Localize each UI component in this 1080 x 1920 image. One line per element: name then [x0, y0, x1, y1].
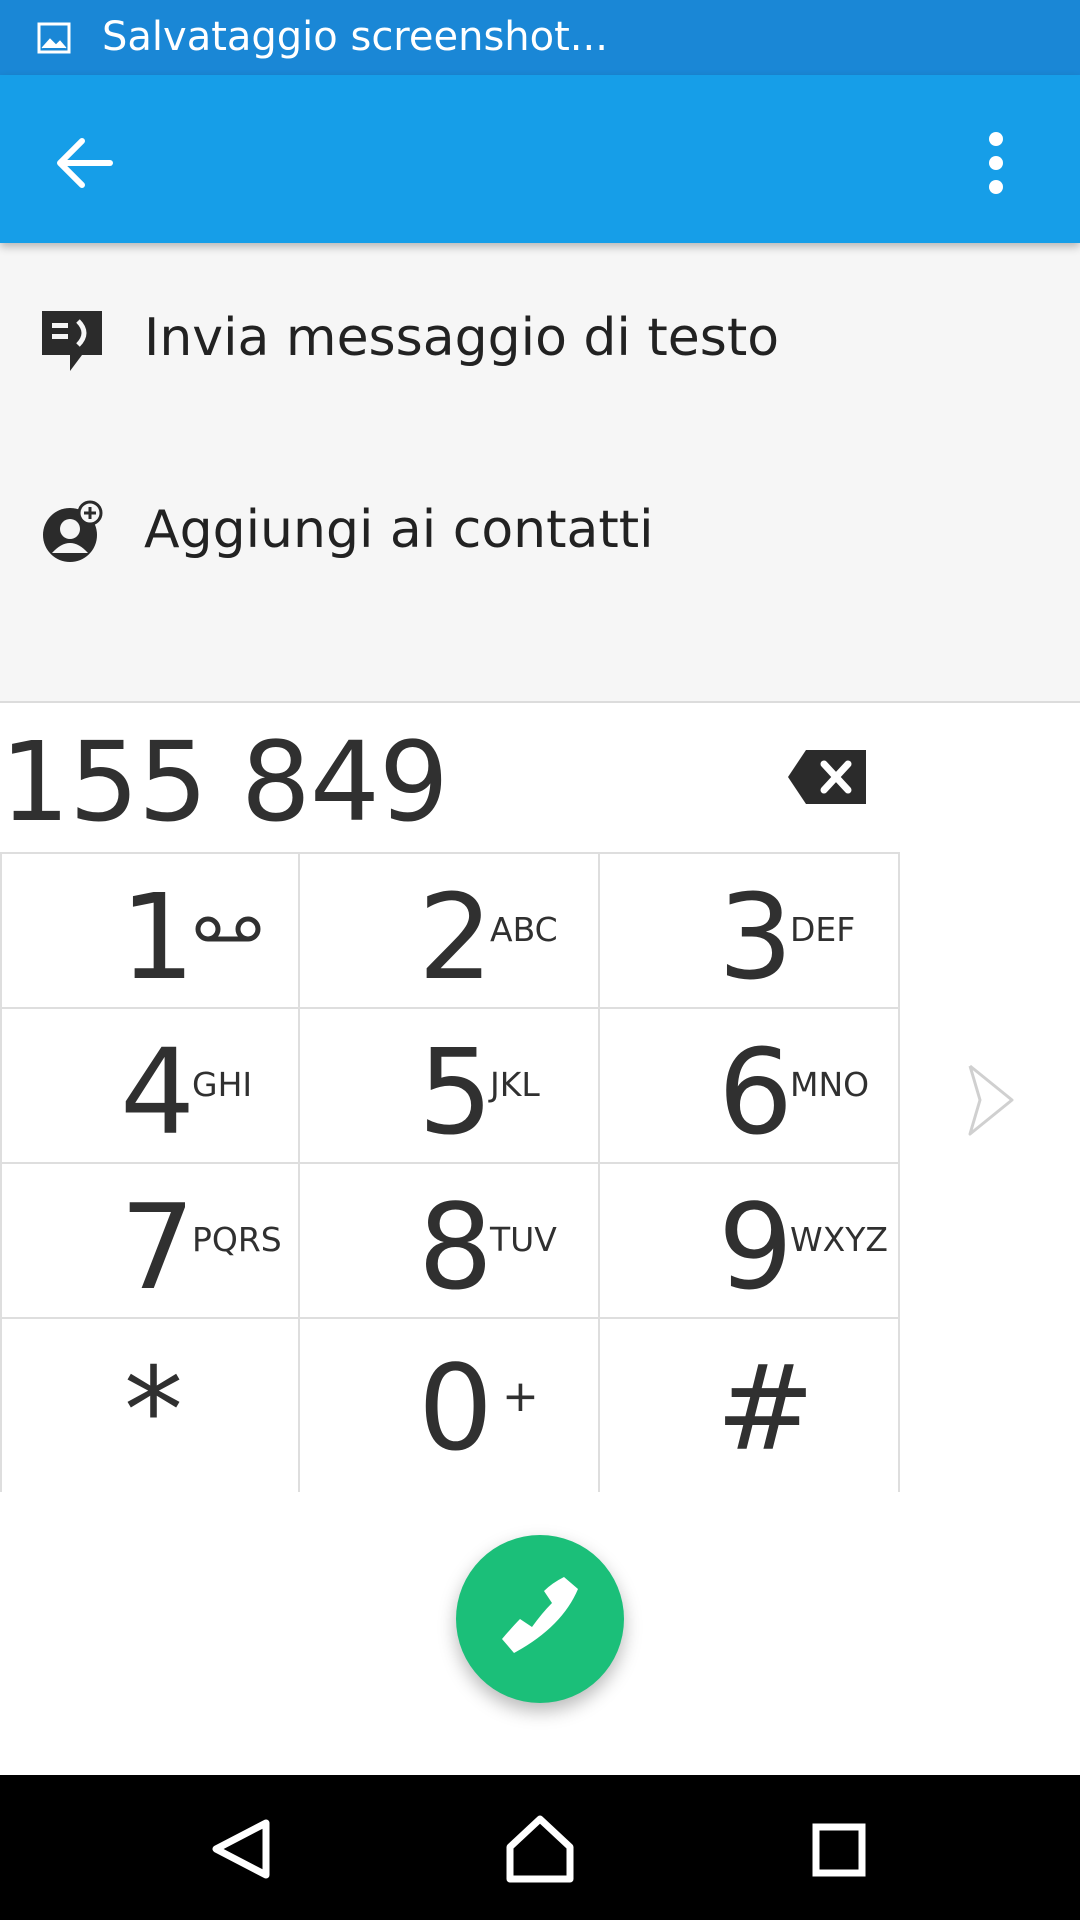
- send-message-label: Invia messaggio di testo: [144, 308, 780, 368]
- key-star[interactable]: *: [0, 1317, 300, 1492]
- send-message-action[interactable]: Invia messaggio di testo: [0, 263, 1080, 413]
- navigation-bar: [0, 1775, 1080, 1920]
- key-1[interactable]: 1: [0, 852, 300, 1007]
- key-letters: TUV: [490, 1220, 557, 1259]
- key-4[interactable]: 4 GHI: [0, 1007, 300, 1162]
- key-2[interactable]: 2 ABC: [300, 852, 600, 1007]
- nav-home-icon[interactable]: [490, 1799, 590, 1899]
- message-icon: [42, 311, 102, 371]
- key-digit: 9: [718, 1178, 794, 1316]
- key-digit: *: [124, 1341, 183, 1479]
- add-contact-action[interactable]: Aggiungi ai contatti: [0, 455, 1080, 605]
- key-letters: DEF: [790, 910, 856, 949]
- key-letters: WXYZ: [790, 1220, 889, 1259]
- key-digit: 7: [120, 1178, 196, 1316]
- voicemail-icon: [195, 916, 261, 942]
- key-letters: ABC: [490, 910, 558, 949]
- key-0[interactable]: 0 +: [300, 1317, 600, 1492]
- key-6[interactable]: 6 MNO: [600, 1007, 900, 1162]
- key-letters: GHI: [192, 1065, 253, 1104]
- status-bar: Salvataggio screenshot...: [0, 0, 1080, 75]
- more-options-icon[interactable]: [956, 119, 1036, 207]
- key-digit: 1: [120, 868, 196, 1006]
- dialed-number: 155 849: [0, 718, 449, 846]
- status-notification-text: Salvataggio screenshot...: [102, 14, 608, 60]
- key-letters: +: [502, 1371, 539, 1422]
- key-digit: 2: [418, 868, 494, 1006]
- key-9[interactable]: 9 WXYZ: [600, 1162, 900, 1317]
- key-digit: 6: [718, 1023, 794, 1161]
- keypad: 1 2 ABC 3 DEF 4 GHI 5 JKL 6 MNO 7 PQRS 8…: [0, 852, 900, 1492]
- call-button[interactable]: [456, 1535, 624, 1703]
- add-contact-label: Aggiungi ai contatti: [144, 500, 654, 560]
- key-5[interactable]: 5 JKL: [300, 1007, 600, 1162]
- actions-panel: Invia messaggio di testo Aggiungi ai con…: [0, 243, 1080, 703]
- key-digit: 5: [418, 1023, 494, 1161]
- back-arrow-icon[interactable]: [40, 119, 128, 207]
- add-contact-icon: [43, 500, 103, 562]
- chevron-right-icon[interactable]: [962, 1060, 1022, 1140]
- key-letters: JKL: [490, 1065, 540, 1104]
- image-icon: [37, 22, 71, 54]
- key-letters: PQRS: [192, 1220, 282, 1259]
- key-8[interactable]: 8 TUV: [300, 1162, 600, 1317]
- key-3[interactable]: 3 DEF: [600, 852, 900, 1007]
- key-digit: 3: [718, 868, 794, 1006]
- nav-back-icon[interactable]: [190, 1799, 290, 1899]
- key-digit: 0: [418, 1339, 494, 1477]
- key-digit: #: [716, 1339, 815, 1477]
- backspace-icon[interactable]: [784, 742, 872, 812]
- key-digit: 8: [418, 1178, 494, 1316]
- key-digit: 4: [120, 1023, 196, 1161]
- key-hash[interactable]: #: [600, 1317, 900, 1492]
- key-7[interactable]: 7 PQRS: [0, 1162, 300, 1317]
- key-letters: MNO: [790, 1065, 870, 1104]
- phone-icon: [502, 1577, 578, 1653]
- nav-recents-icon[interactable]: [790, 1799, 890, 1899]
- app-bar: [0, 75, 1080, 243]
